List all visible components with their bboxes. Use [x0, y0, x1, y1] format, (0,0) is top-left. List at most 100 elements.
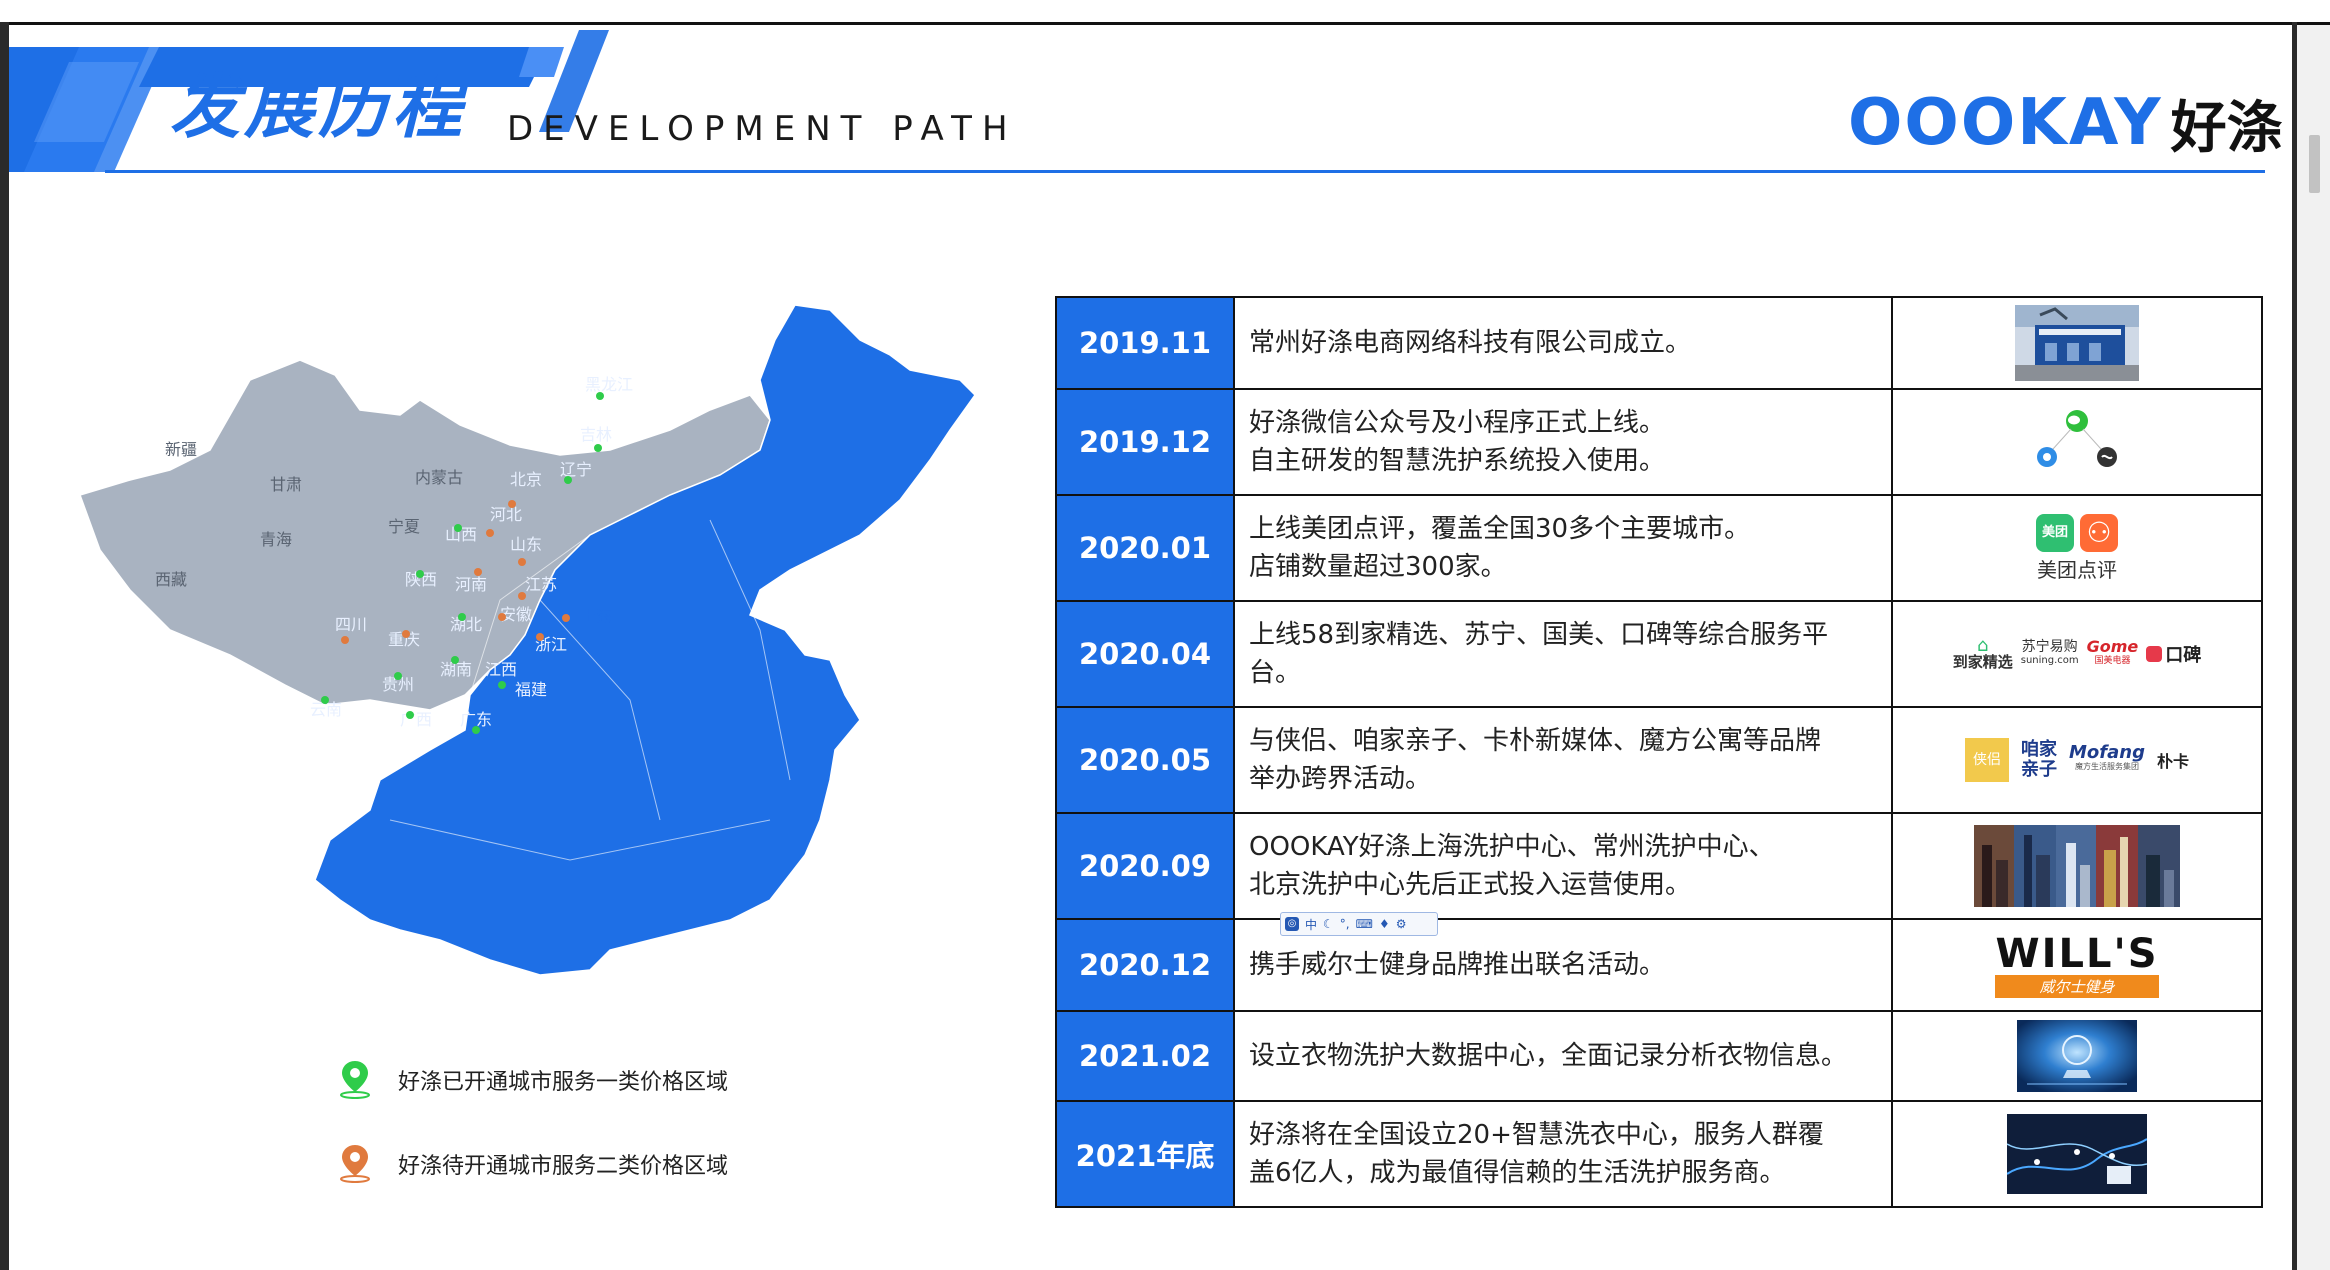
timeline-row: 2019.12 好涤微信公众号及小程序正式上线。 自主研发的智慧洗护系统投入使用… [1055, 388, 2263, 496]
timeline-date: 2021年底 [1055, 1100, 1235, 1208]
page-subtitle: DEVELOPMENT PATH [507, 109, 1018, 149]
timeline-desc-line: 盖6亿人，成为最值得信赖的生活洗护服务商。 [1249, 1158, 1786, 1188]
map-label: 西藏 [155, 570, 187, 589]
meituan-dianping-text: 美团点评 [2037, 557, 2117, 582]
timeline-image [1891, 1100, 2263, 1208]
map-label: 辽宁 [560, 460, 592, 479]
timeline-desc: 设立衣物洗护大数据中心，全面记录分析衣物信息。 [1233, 1010, 1893, 1102]
gome-sub: 国美电器 [2094, 656, 2131, 666]
zanjia-logo: 咱家 [2021, 739, 2057, 760]
timeline-image [1891, 388, 2263, 496]
timeline-image: 侠侣 咱家 亲子 Mofang 魔方生活服务集团 朴卡 [1891, 706, 2263, 814]
ime-moon-icon[interactable]: ☾ [1323, 917, 1334, 931]
brand-logos: 侠侣 咱家 亲子 Mofang 魔方生活服务集团 朴卡 [1893, 738, 2261, 782]
timeline-desc: 好涤将在全国设立20+智慧洗衣中心，服务人群覆 盖6亿人，成为最值得信赖的生活洗… [1233, 1100, 1893, 1208]
timeline-image [1891, 296, 2263, 390]
timeline-row: 2021年底 好涤将在全国设立20+智慧洗衣中心，服务人群覆 盖6亿人，成为最值… [1055, 1100, 2263, 1208]
timeline-desc: 常州好涤电商网络科技有限公司成立。 [1233, 296, 1893, 390]
timeline-desc-line: 举办跨界活动。 [1249, 764, 1432, 794]
map-label: 山东 [510, 535, 542, 554]
timeline-image: 美团 ⚇ 美团点评 [1891, 494, 2263, 602]
koubei-logo: 口碑 [2165, 645, 2202, 666]
timeline-desc: 好涤微信公众号及小程序正式上线。 自主研发的智慧洗护系统投入使用。 [1233, 388, 1893, 496]
network-photo-icon [2007, 1114, 2147, 1194]
map-label: 北京 [510, 470, 542, 489]
map-label: 宁夏 [388, 517, 420, 536]
timeline-date: 2020.05 [1055, 706, 1235, 814]
scrollbar-thumb[interactable] [2309, 135, 2320, 193]
suning-domain: suning.com [2020, 655, 2079, 666]
map-label: 河北 [490, 505, 522, 524]
dianping-icon: ⚇ [2080, 513, 2118, 552]
suning-logo: 苏宁易购 [2021, 639, 2078, 655]
timeline-date: 2019.11 [1055, 296, 1235, 390]
city-photos-icon [1974, 825, 2180, 907]
meituan-dianping-logo: 美团 ⚇ 美团点评 [2036, 513, 2118, 583]
timeline-desc: OOOKAY好涤上海洗护中心、常州洗护中心、 北京洗护中心先后正式投入运营使用。 [1233, 812, 1893, 920]
timeline-desc-line: 设立衣物洗护大数据中心，全面记录分析衣物信息。 [1249, 1041, 1848, 1071]
ime-settings-icon[interactable]: ⚙ [1396, 917, 1407, 931]
timeline-row: 2020.05 与侠侣、咱家亲子、卡朴新媒体、魔方公寓等品牌 举办跨界活动。 侠… [1055, 706, 2263, 814]
timeline-row: 2020.12 携手威尔士健身品牌推出联名活动。 WILL'S 威尔士健身 [1055, 918, 2263, 1012]
timeline-desc-line: 常州好涤电商网络科技有限公司成立。 [1249, 328, 1692, 358]
timeline-desc-line: 上线58到家精选、苏宁、国美、口碑等综合服务平 [1249, 620, 1829, 650]
timeline-date: 2020.04 [1055, 600, 1235, 708]
timeline-desc-line: 好涤微信公众号及小程序正式上线。 [1249, 408, 1666, 438]
timeline-desc-line: 店铺数量超过300家。 [1249, 552, 1507, 582]
map-label: 福建 [515, 680, 547, 699]
timeline-row: 2020.04 上线58到家精选、苏宁、国美、口碑等综合服务平 台。 ⌂ 到家精… [1055, 600, 2263, 708]
map-label: 江西 [485, 660, 517, 679]
brand-logo: OOOKAY 好涤 [1848, 86, 2283, 161]
map-label: 内蒙古 [415, 468, 463, 487]
meituan-badge: 美团 [2036, 513, 2074, 552]
timeline-desc: 上线58到家精选、苏宁、国美、口碑等综合服务平 台。 [1233, 600, 1893, 708]
timeline-row: 2021.02 设立衣物洗护大数据中心，全面记录分析衣物信息。 [1055, 1010, 2263, 1102]
map-label: 上海 [580, 607, 612, 626]
timeline-desc-line: 上线美团点评，覆盖全国30多个主要城市。 [1249, 514, 1751, 544]
timeline-date: 2020.01 [1055, 494, 1235, 602]
puka-logo: 朴卡 [2156, 752, 2189, 771]
page-title: 发展历程 [170, 66, 466, 148]
partner-logos: ⌂ 到家精选 苏宁易购 suning.com Gome 国美电器 口碑 [1952, 635, 2202, 671]
map-label: 江苏 [525, 575, 557, 594]
timeline-table: 2019.11 常州好涤电商网络科技有限公司成立。 2019.12 好涤微信公众… [1055, 296, 2263, 1208]
timeline-desc-line: 北京洗护中心先后正式投入运营使用。 [1249, 870, 1692, 900]
map-label: 四川 [335, 615, 367, 634]
timeline-desc-line: 携手威尔士健身品牌推出联名活动。 [1249, 950, 1666, 980]
wills-badge: 威尔士健身 [1995, 974, 2159, 998]
map-label: 河南 [455, 575, 487, 594]
window-frame-left [0, 22, 9, 1270]
wills-logo-text: WILL'S [1995, 930, 2159, 977]
pin-green-icon [340, 1061, 370, 1099]
map-label: 青海 [260, 530, 292, 549]
ime-punct-icon[interactable]: °, [1340, 917, 1350, 931]
ime-toolbar[interactable]: ◎ 中 ☾ °, ⌨ ♦ ⚙ [1280, 912, 1438, 936]
map-label: 新疆 [165, 440, 197, 459]
xialv-logo: 侠侣 [1965, 738, 2009, 782]
scrollbar[interactable] [2297, 25, 2330, 1270]
brand-logo-en: OOOKAY [1848, 86, 2163, 160]
pin-orange-icon [340, 1145, 370, 1183]
timeline-row: 2019.11 常州好涤电商网络科技有限公司成立。 [1055, 296, 2263, 390]
gome-logo: Gome [2086, 637, 2139, 656]
timeline-desc-line: OOOKAY好涤上海洗护中心、常州洗护中心、 [1249, 832, 1775, 862]
timeline-desc-line: 好涤将在全国设立20+智慧洗衣中心，服务人群覆 [1249, 1120, 1824, 1150]
map-label: 湖北 [450, 615, 482, 634]
timeline-row: 2020.01 上线美团点评，覆盖全国30多个主要城市。 店铺数量超过300家。… [1055, 494, 2263, 602]
ime-search-icon[interactable]: ◎ [1285, 917, 1299, 931]
wills-logo: WILL'S 威尔士健身 [1995, 930, 2159, 998]
timeline-image [1891, 812, 2263, 920]
timeline-desc-line: 自主研发的智慧洗护系统投入使用。 [1249, 446, 1666, 476]
timeline-date: 2020.12 [1055, 918, 1235, 1012]
building-photo-icon [2015, 305, 2139, 381]
mofang-sub: 魔方生活服务集团 [2074, 762, 2139, 771]
ime-keyboard-icon[interactable]: ⌨ [1356, 917, 1373, 931]
ime-mode-toggle[interactable]: 中 [1305, 916, 1317, 933]
ime-skin-icon[interactable]: ♦ [1379, 917, 1390, 931]
header-divider [105, 170, 2265, 173]
timeline-image: ⌂ 到家精选 苏宁易购 suning.com Gome 国美电器 口碑 [1891, 600, 2263, 708]
timeline-desc: 与侠侣、咱家亲子、卡朴新媒体、魔方公寓等品牌 举办跨界活动。 [1233, 706, 1893, 814]
timeline-desc: 上线美团点评，覆盖全国30多个主要城市。 店铺数量超过300家。 [1233, 494, 1893, 602]
timeline-image: WILL'S 威尔士健身 [1891, 918, 2263, 1012]
mofang-logo: Mofang [2069, 742, 2145, 763]
